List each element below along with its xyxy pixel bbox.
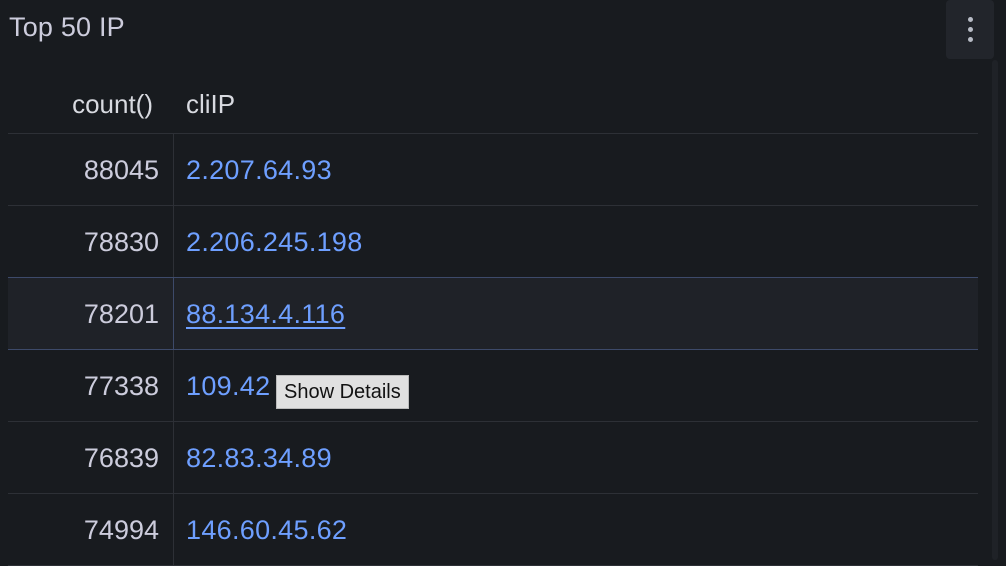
cell-divider	[173, 350, 174, 422]
vertical-ellipsis-icon	[967, 37, 973, 42]
ip-link[interactable]: 88.134.4.116	[186, 299, 345, 330]
data-table: count() cliIP 88045 2.207.64.93 78830 2.…	[8, 72, 978, 566]
ip-link[interactable]: 82.83.34.89	[186, 443, 332, 474]
count-cell: 74994	[83, 515, 159, 545]
ip-link[interactable]: 146.60.45.62	[186, 515, 347, 546]
table-row: 74994 146.60.45.62	[8, 494, 978, 566]
scrollbar[interactable]	[992, 60, 998, 560]
cell-divider	[173, 422, 174, 494]
table-row: 88045 2.207.64.93	[8, 134, 978, 206]
table-header: count() cliIP	[8, 72, 978, 134]
show-details-tooltip: Show Details	[276, 375, 409, 409]
vertical-ellipsis-icon	[967, 17, 973, 22]
table-row: 76839 82.83.34.89	[8, 422, 978, 494]
count-cell: 76839	[83, 443, 159, 473]
column-header-count[interactable]: count()	[72, 89, 153, 120]
table-row: 78830 2.206.245.198	[8, 206, 978, 278]
ip-link[interactable]: 109.42	[186, 371, 270, 402]
count-cell: 77338	[83, 371, 159, 401]
vertical-ellipsis-icon	[967, 27, 973, 32]
count-cell: 78830	[83, 227, 159, 257]
ip-link[interactable]: 2.207.64.93	[186, 155, 332, 186]
panel-title: Top 50 IP	[9, 12, 125, 42]
table-row: 77338 109.42	[8, 350, 978, 422]
cell-divider	[173, 206, 174, 278]
count-cell: 88045	[83, 155, 159, 185]
panel-menu-button[interactable]	[946, 0, 994, 59]
cell-divider	[173, 278, 174, 350]
cell-divider	[173, 134, 174, 206]
count-cell: 78201	[83, 299, 159, 329]
table-panel: Top 50 IP count() cliIP 88045 2.207.64.9…	[0, 0, 1006, 566]
column-header-cliip[interactable]: cliIP	[186, 89, 235, 120]
table-row-hovered: 78201 88.134.4.116	[8, 277, 978, 350]
ip-link[interactable]: 2.206.245.198	[186, 227, 363, 258]
cell-divider	[173, 494, 174, 566]
